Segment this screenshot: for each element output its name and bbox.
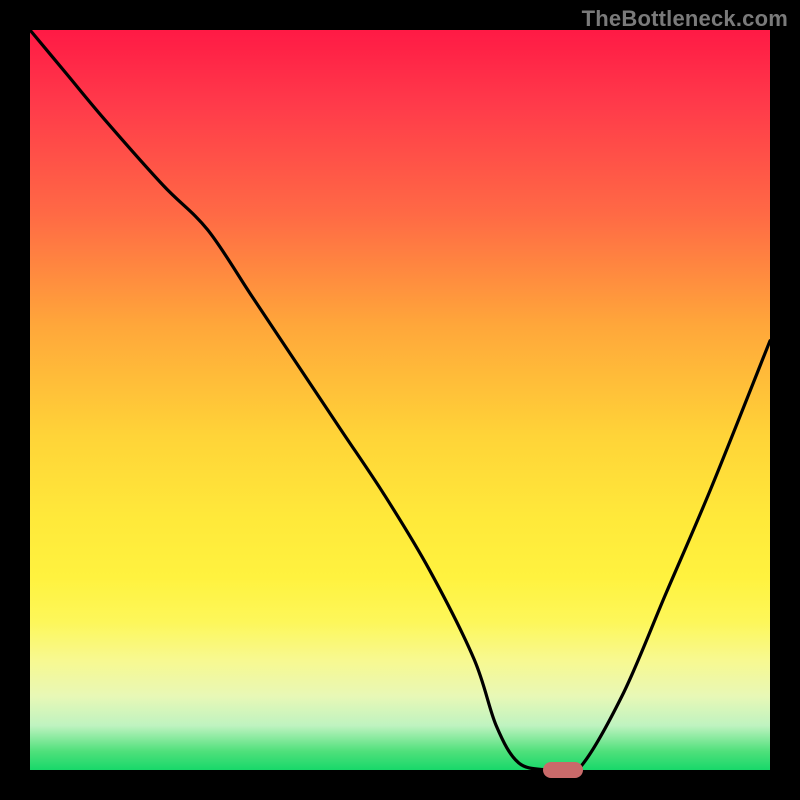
chart-frame: TheBottleneck.com bbox=[0, 0, 800, 800]
optimal-marker bbox=[543, 762, 583, 778]
watermark-text: TheBottleneck.com bbox=[582, 6, 788, 32]
bottleneck-curve bbox=[30, 30, 770, 770]
